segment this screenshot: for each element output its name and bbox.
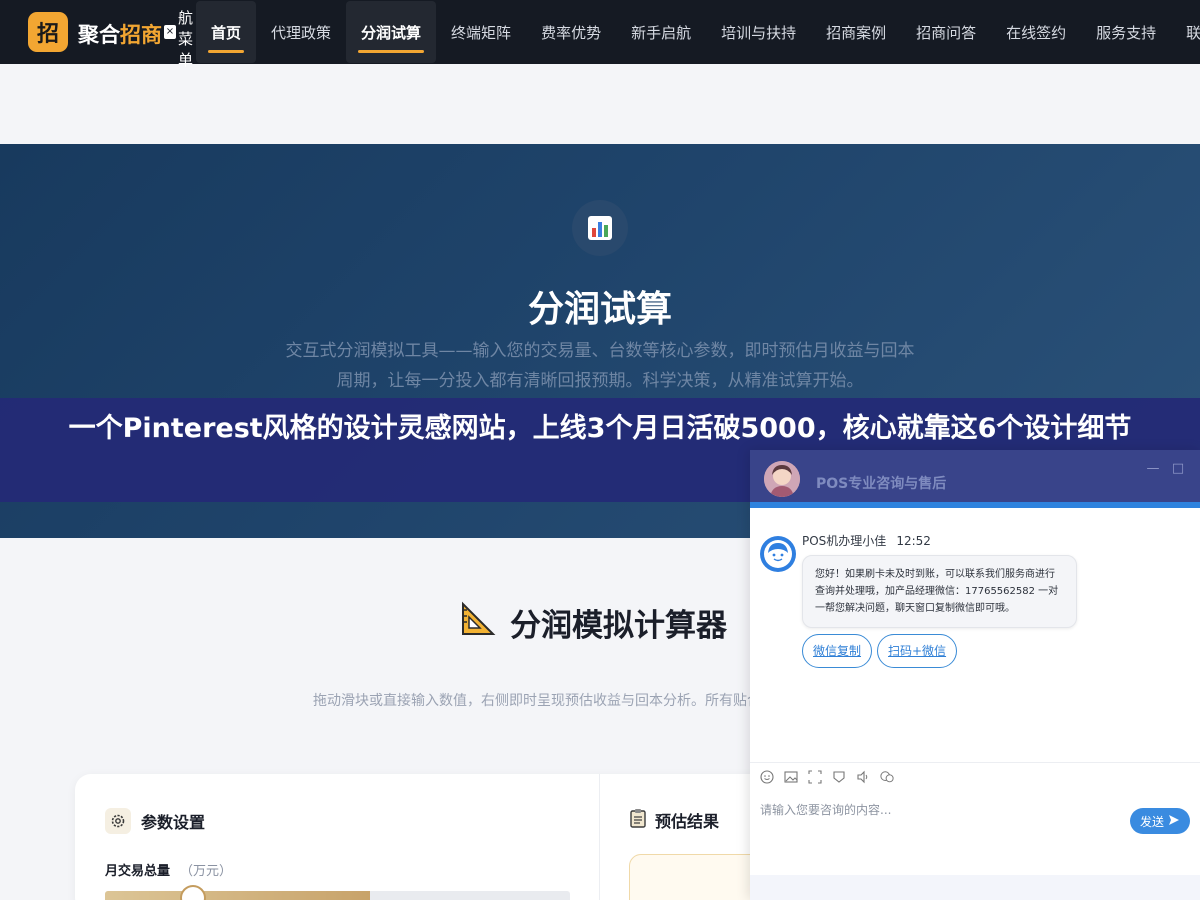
nav-item-beginner[interactable]: 新手启航 [616, 1, 706, 63]
calculator-card: 参数设置 月交易总量 （万元） 预估结果 [75, 774, 775, 900]
field-unit: （万元） [180, 864, 233, 879]
copy-wechat-button[interactable]: 微信复制 [802, 634, 873, 668]
send-arrow-icon [1168, 814, 1180, 829]
nav-item-service[interactable]: 服务支持 [1081, 1, 1171, 63]
nav-menu-toggle[interactable]: 航菜单 [178, 8, 196, 71]
nav-item-online-sign[interactable]: 在线签约 [991, 1, 1081, 63]
nav-item-faq[interactable]: 招商问答 [901, 1, 991, 63]
nav-item-rate-advantage[interactable]: 费率优势 [526, 1, 616, 63]
message-time: 12:52 [896, 534, 931, 548]
chat-divider [750, 762, 1200, 763]
chat-title: POS专业咨询与售后 [816, 476, 947, 492]
chat-widget: POS专业咨询与售后 — □ POS机办理小佳 12:52 您好！如果刷卡未及时到… [750, 450, 1200, 900]
nav-item-cases[interactable]: 招商案例 [811, 1, 901, 63]
nav-items: 首页 代理政策 分润试算 终端矩阵 费率优势 新手启航 培训与扶持 招商案例 招… [196, 0, 1200, 64]
message-sender: POS机办理小佳 12:52 [802, 532, 931, 549]
rating-icon[interactable] [832, 770, 846, 784]
nav-item-home[interactable]: 首页 [196, 1, 257, 63]
brand-accent: 招商 [120, 23, 162, 47]
chat-toolbar [760, 770, 894, 784]
scan-wechat-button[interactable]: 扫码+微信 [877, 634, 958, 668]
emoji-icon[interactable] [760, 770, 774, 784]
brand-main: 聚合 [78, 23, 120, 47]
nav-item-agent-policy[interactable]: 代理政策 [256, 1, 346, 63]
monthly-volume-label: 月交易总量 （万元） [105, 860, 232, 879]
hero-title: 分润试算 [527, 289, 672, 330]
send-button[interactable]: 发送 [1130, 808, 1190, 834]
gear-icon [105, 808, 131, 834]
triangle-ruler-icon [460, 601, 496, 645]
results-title: 预估结果 [655, 812, 720, 831]
bot-avatar [760, 536, 796, 572]
chat-header[interactable]: POS专业咨询与售后 — □ [750, 450, 1200, 508]
top-navigation: 招 聚合招商 × 航菜单 首页 代理政策 分润试算 终端矩阵 费率优势 新手启航… [0, 0, 1200, 69]
message-bubble: 您好！如果刷卡未及时到账，可以联系我们服务商进行查询并处理哦，加产品经理微信：1… [802, 555, 1077, 628]
results-header: 预估结果 [629, 808, 719, 832]
slider-fill [105, 891, 371, 900]
chart-icon [572, 200, 628, 256]
nav-item-training[interactable]: 培训与扶持 [706, 1, 811, 63]
slider-handle[interactable] [180, 885, 207, 900]
chat-footer [750, 875, 1200, 900]
close-icon[interactable]: × [164, 25, 176, 39]
results-panel [629, 854, 769, 900]
logo-icon[interactable]: 招 [28, 12, 68, 52]
calculator-title-text: 分润模拟计算器 [510, 608, 727, 644]
clipboard-icon [629, 808, 647, 832]
screenshot-icon[interactable] [808, 770, 822, 784]
nav-item-contact[interactable]: 联系 [1171, 1, 1200, 63]
image-icon[interactable] [784, 770, 798, 784]
chat-bubbles-icon[interactable] [880, 770, 894, 784]
monthly-volume-slider[interactable] [105, 885, 570, 900]
maximize-button[interactable]: □ [1171, 462, 1185, 476]
send-label: 发送 [1139, 814, 1164, 829]
params-header: 参数设置 [105, 808, 205, 834]
logo-char: 招 [36, 22, 59, 47]
voice-icon[interactable] [856, 770, 870, 784]
agent-name: POS机办理小佳 [802, 534, 887, 548]
field-label-text: 月交易总量 [105, 864, 171, 879]
hero-description: 交互式分润模拟工具——输入您的交易量、台数等核心参数，即时预估月收益与回本周期，… [285, 341, 915, 391]
card-divider [599, 774, 600, 900]
nav-item-profit-calc[interactable]: 分润试算 [346, 1, 437, 63]
brand-name[interactable]: 聚合招商 [78, 19, 162, 49]
agent-avatar [764, 461, 800, 497]
calculator-title: 分润模拟计算器 [460, 600, 727, 645]
minimize-button[interactable]: — [1146, 462, 1160, 476]
chat-message-input[interactable] [760, 800, 1120, 820]
nav-item-terminals[interactable]: 终端矩阵 [436, 1, 526, 63]
params-title: 参数设置 [141, 813, 206, 832]
